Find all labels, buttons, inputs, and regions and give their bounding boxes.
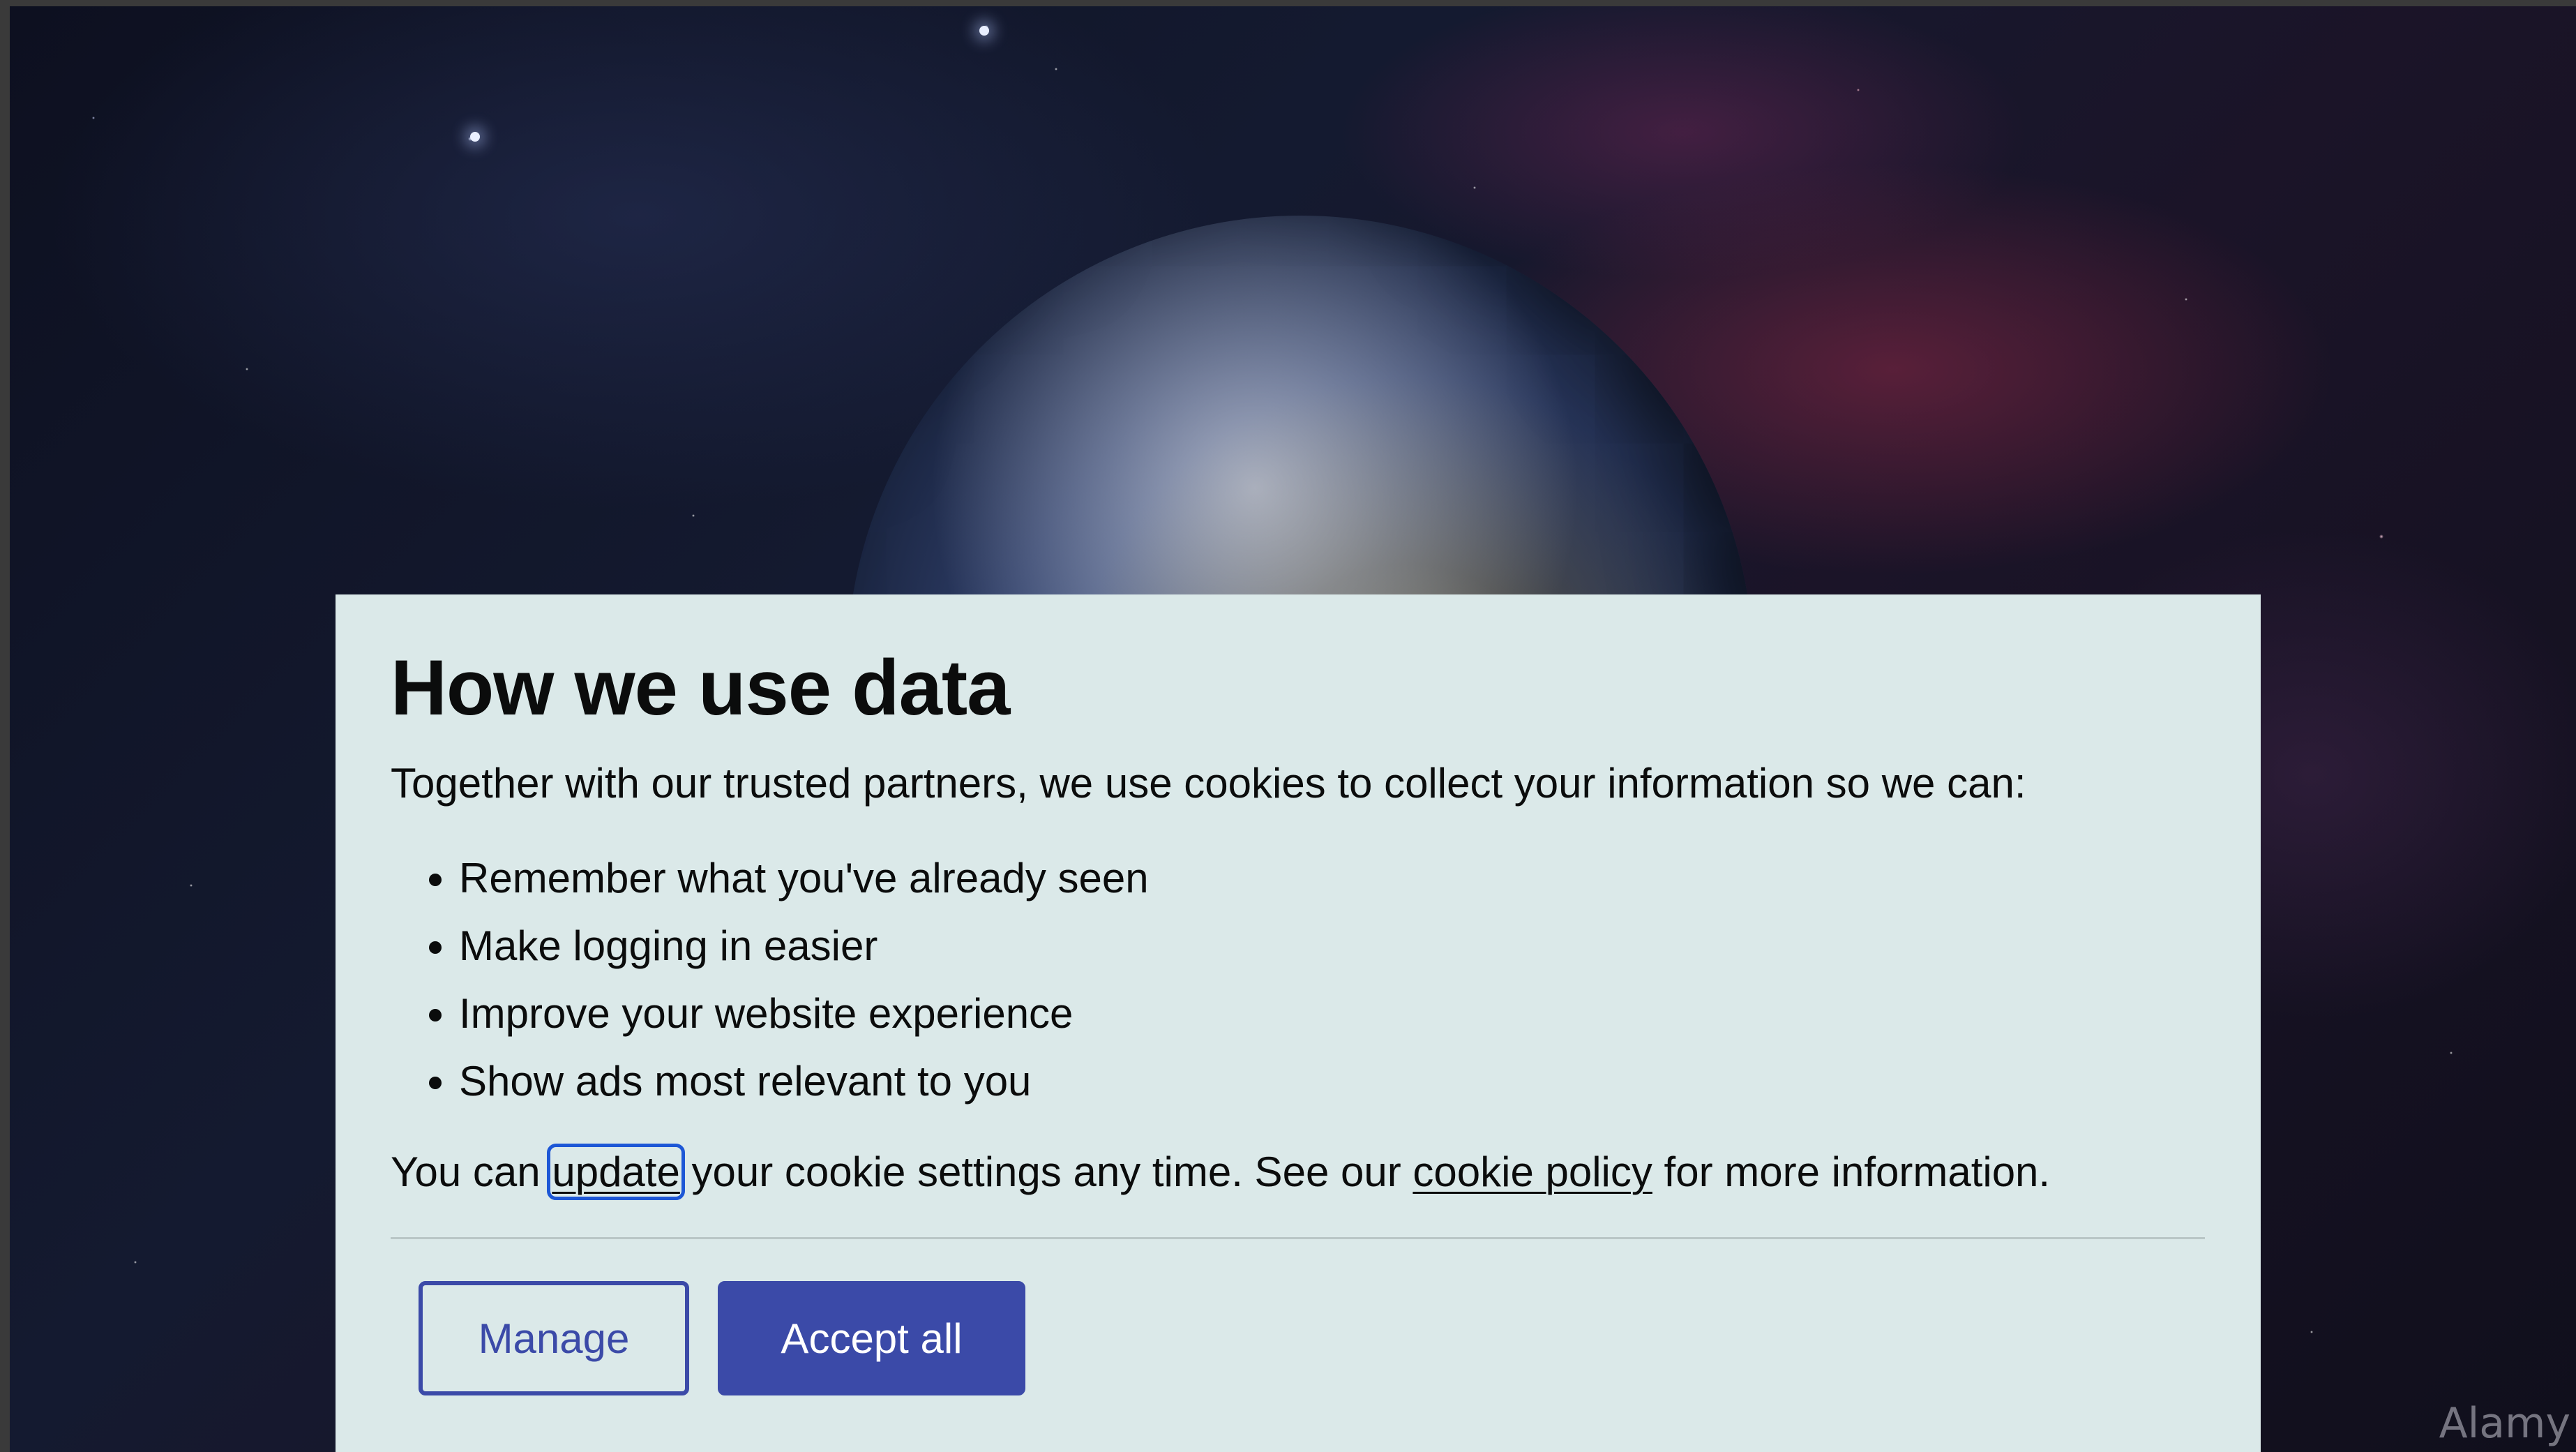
settings-text: You can update your cookie settings any … — [391, 1144, 2205, 1201]
settings-middle: your cookie settings any time. See our — [679, 1148, 1413, 1196]
dialog-actions: Manage Accept all — [419, 1281, 2205, 1396]
list-item: Show ads most relevant to you — [459, 1047, 2205, 1115]
cookie-policy-link[interactable]: cookie policy — [1413, 1148, 1652, 1195]
settings-suffix: for more information. — [1652, 1148, 2051, 1196]
divider — [391, 1237, 2205, 1240]
settings-prefix: You can — [391, 1148, 552, 1196]
cookie-consent-dialog: How we use data Together with our truste… — [336, 594, 2261, 1452]
bright-star — [470, 132, 480, 142]
accept-all-button[interactable]: Accept all — [718, 1281, 1025, 1396]
purpose-list: Remember what you've already seen Make l… — [391, 844, 2205, 1115]
dialog-title: How we use data — [391, 644, 1010, 731]
intro-text: Together with our trusted partners, we u… — [391, 760, 2026, 807]
list-item: Remember what you've already seen — [459, 844, 2205, 912]
list-item: Make logging in easier — [459, 912, 2205, 980]
manage-button[interactable]: Manage — [419, 1281, 689, 1396]
watermark-text: Alamy — [2439, 1399, 2570, 1448]
update-settings-link[interactable]: update — [547, 1144, 685, 1201]
bright-star — [979, 26, 989, 36]
list-item: Improve your website experience — [459, 980, 2205, 1047]
